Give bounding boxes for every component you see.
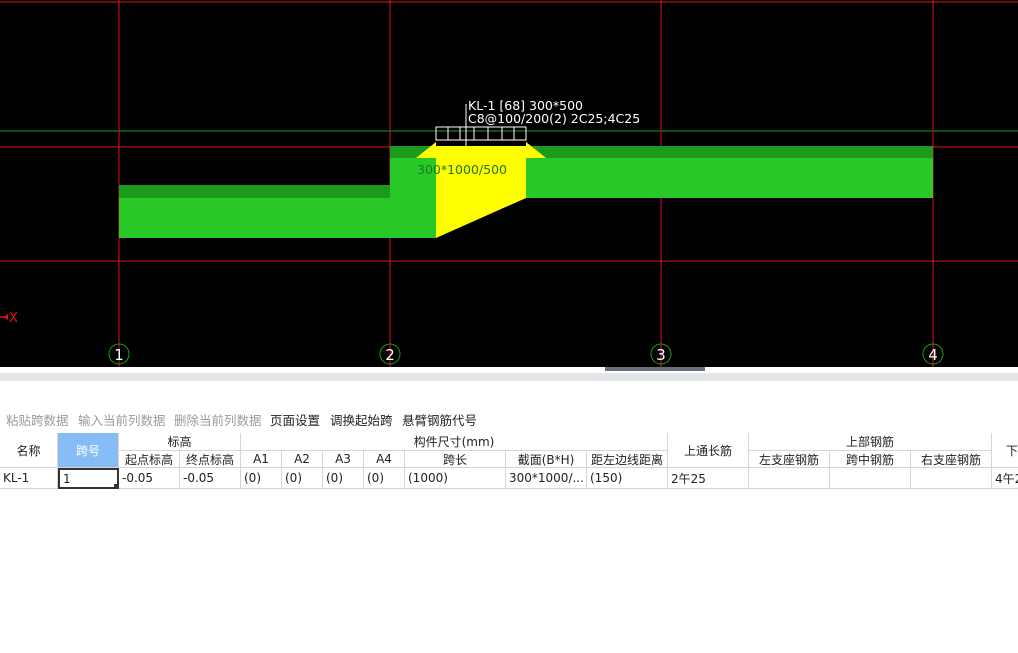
cell-name[interactable]: KL-1 bbox=[0, 468, 58, 489]
header-a4[interactable]: A4 bbox=[364, 451, 405, 468]
beam-drawing[interactable]: KL-1 [68] 300*500 C8@100/200(2) 2C25;4C2… bbox=[0, 0, 1018, 367]
drawing-canvas[interactable]: KL-1 [68] 300*500 C8@100/200(2) 2C25;4C2… bbox=[0, 0, 1018, 367]
beam-segment-left-top bbox=[119, 185, 390, 198]
cell-bottom-long-bar[interactable]: 4午2 bbox=[992, 468, 1018, 489]
cell-a3[interactable]: (0) bbox=[323, 468, 364, 489]
beam-step[interactable] bbox=[390, 146, 436, 238]
header-dimensions: 构件尺寸(mm) bbox=[241, 433, 668, 451]
x-axis-label: X bbox=[9, 311, 18, 326]
haunch-label: 300*1000/500 bbox=[417, 162, 507, 177]
panel-header-bar bbox=[0, 373, 1018, 381]
header-elevation: 标高 bbox=[119, 433, 241, 451]
cell-left-support-bar[interactable] bbox=[749, 468, 830, 489]
input-current-column-button[interactable]: 输入当前列数据 bbox=[78, 410, 166, 429]
page-setup-button[interactable]: 页面设置 bbox=[270, 410, 320, 429]
axis-marker-2: 2 bbox=[385, 346, 395, 364]
beam-segment-right-top bbox=[526, 146, 933, 158]
cell-span-length[interactable]: (1000) bbox=[405, 468, 506, 489]
paste-span-data-button[interactable]: 粘贴跨数据 bbox=[6, 410, 69, 429]
header-name[interactable]: 名称 bbox=[0, 433, 58, 468]
header-mid-span-bar[interactable]: 跨中钢筋 bbox=[830, 451, 911, 468]
header-a3[interactable]: A3 bbox=[323, 451, 364, 468]
cell-a1[interactable]: (0) bbox=[241, 468, 282, 489]
header-span-no[interactable]: 跨号 bbox=[58, 433, 119, 468]
header-left-support-bar[interactable]: 左支座钢筋 bbox=[749, 451, 830, 468]
cell-start-elevation[interactable]: -0.05 bbox=[119, 468, 180, 489]
cell-span-no[interactable]: 1 bbox=[58, 468, 119, 489]
beam-label-line2: C8@100/200(2) 2C25;4C25 bbox=[468, 111, 640, 126]
header-section[interactable]: 截面(B*H) bbox=[506, 451, 587, 468]
cell-left-distance[interactable]: (150) bbox=[587, 468, 668, 489]
axis-marker-4: 4 bbox=[928, 346, 938, 364]
span-table-toolbar: 粘贴跨数据 输入当前列数据 删除当前列数据 页面设置 调换起始跨 悬臂钢筋代号 bbox=[0, 404, 1018, 432]
header-end-elevation[interactable]: 终点标高 bbox=[180, 451, 241, 468]
cantilever-rebar-code-button[interactable]: 悬臂钢筋代号 bbox=[402, 410, 477, 429]
delete-current-column-button[interactable]: 删除当前列数据 bbox=[174, 410, 262, 429]
header-a2[interactable]: A2 bbox=[282, 451, 323, 468]
splitter-grip[interactable] bbox=[605, 367, 705, 371]
header-top-steel: 上部钢筋 bbox=[749, 433, 992, 451]
cell-section[interactable]: 300*1000/... bbox=[506, 468, 587, 489]
axis-marker-1: 1 bbox=[114, 346, 124, 364]
cell-a4[interactable]: (0) bbox=[364, 468, 405, 489]
header-start-elevation[interactable]: 起点标高 bbox=[119, 451, 180, 468]
header-right-support-bar[interactable]: 右支座钢筋 bbox=[911, 451, 992, 468]
header-top-long-bar[interactable]: 上通长筋 bbox=[668, 433, 749, 468]
cell-mid-span-bar[interactable] bbox=[830, 468, 911, 489]
swap-start-span-button[interactable]: 调换起始跨 bbox=[330, 410, 393, 429]
cell-a2[interactable]: (0) bbox=[282, 468, 323, 489]
header-bottom-partial[interactable]: 下 bbox=[992, 433, 1018, 468]
header-span-length[interactable]: 跨长 bbox=[405, 451, 506, 468]
header-left-distance[interactable]: 距左边线距离 bbox=[587, 451, 668, 468]
cell-top-long-bar[interactable]: 2午25 bbox=[668, 468, 749, 489]
cell-right-support-bar[interactable] bbox=[911, 468, 992, 489]
cell-end-elevation[interactable]: -0.05 bbox=[180, 468, 241, 489]
axis-marker-3: 3 bbox=[656, 346, 666, 364]
span-data-table: 名称 跨号 标高 构件尺寸(mm) 上通长筋 上部钢筋 下 起点标高 终点标高 … bbox=[0, 433, 1018, 489]
header-a1[interactable]: A1 bbox=[241, 451, 282, 468]
